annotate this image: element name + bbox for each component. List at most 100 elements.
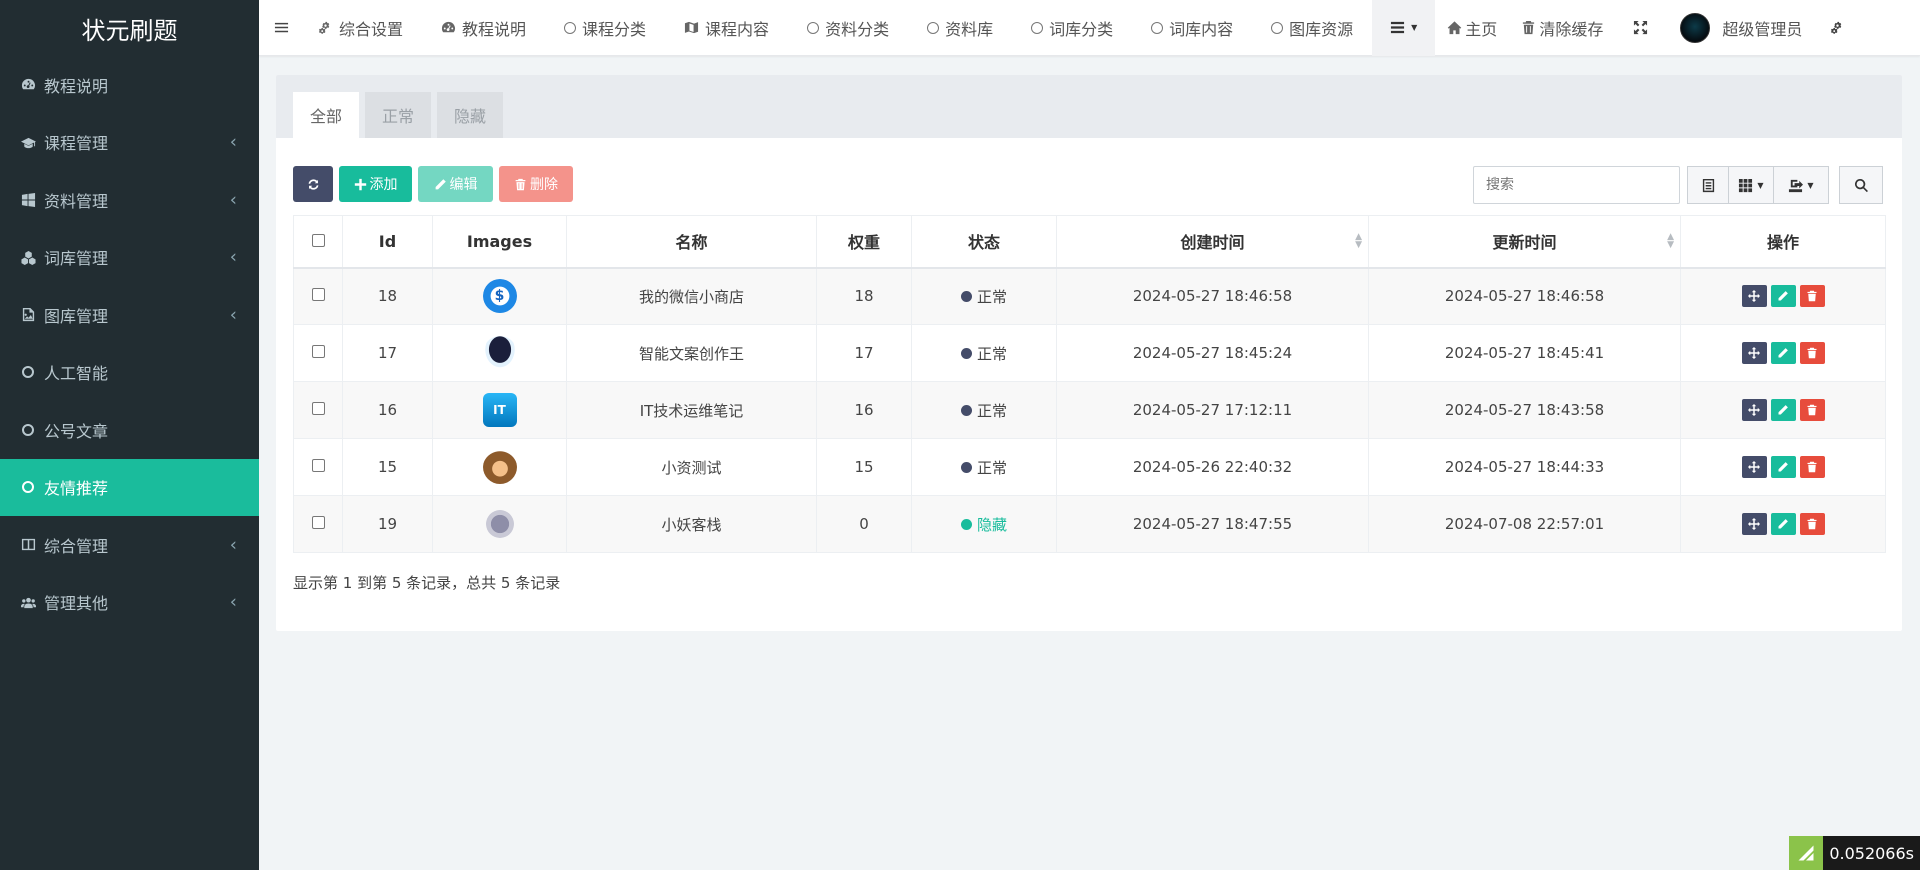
sidebar-item-label: 公号文章	[44, 421, 109, 441]
tab-hidden[interactable]: 隐藏	[437, 92, 504, 138]
topnav-item-material-category[interactable]: 资料分类	[788, 0, 908, 56]
tab-all[interactable]: 全部	[293, 92, 360, 138]
row-checkbox[interactable]	[311, 516, 325, 529]
cell-status: 正常	[911, 324, 1057, 382]
trash-icon	[515, 178, 526, 190]
row-delete-button[interactable]	[1799, 399, 1825, 421]
trash-icon	[1807, 347, 1817, 359]
row-delete-button[interactable]	[1799, 285, 1825, 308]
topnav-item-gallery-resources[interactable]: 图库资源	[1252, 0, 1372, 56]
row-edit-button[interactable]	[1770, 285, 1796, 308]
row-edit-button[interactable]	[1770, 342, 1796, 364]
clear-cache-button[interactable]: 清除缓存	[1509, 0, 1615, 56]
drag-sort-button[interactable]	[1741, 342, 1767, 364]
chevron-left-icon: ‹	[229, 246, 237, 268]
edit-button[interactable]: 编辑	[418, 166, 493, 202]
control-sidebar-button[interactable]	[1820, 0, 1855, 56]
columns-toggle-button[interactable]: ▼	[1728, 166, 1774, 204]
refresh-button[interactable]	[293, 166, 333, 202]
sidebar-item-ai[interactable]: 人工智能	[0, 344, 259, 402]
table-row[interactable]: 16 IT IT技术运维笔记 16 正常 2024-05-27 17:12:11…	[293, 381, 1886, 439]
cell-id: 19	[342, 495, 433, 553]
column-header-id[interactable]: Id	[342, 215, 433, 269]
table-row[interactable]: 18 $ 我的微信小商店 18 正常 2024-05-27 18:46:58 2…	[293, 267, 1886, 325]
topnav-item-course-content[interactable]: 课程内容	[665, 0, 788, 56]
select-all-checkbox[interactable]	[311, 233, 325, 247]
status-badge[interactable]: 正常	[960, 400, 1007, 421]
sidebar-item-general[interactable]: 综合管理 ‹	[0, 516, 259, 574]
row-edit-button[interactable]	[1770, 399, 1796, 421]
row-delete-button[interactable]	[1799, 456, 1825, 478]
sidebar-item-label: 管理其他	[44, 594, 109, 614]
pencil-icon	[1778, 519, 1788, 529]
delete-button[interactable]: 删除	[499, 166, 573, 202]
export-button[interactable]: ▼	[1773, 166, 1829, 204]
advanced-search-button[interactable]	[1839, 166, 1883, 204]
circle-icon	[20, 364, 36, 380]
status-badge[interactable]: 正常	[960, 457, 1007, 478]
row-checkbox[interactable]	[311, 459, 325, 472]
topnav-item-settings[interactable]: 综合设置	[313, 0, 422, 56]
user-menu[interactable]: 超级管理员	[1666, 0, 1820, 56]
topnav-item-material-library[interactable]: 资料库	[908, 0, 1012, 56]
sidebar-item-tutorial[interactable]: 教程说明	[0, 56, 259, 114]
sidebar-item-course[interactable]: 课程管理 ‹	[0, 114, 259, 172]
cell-name: IT技术运维笔记	[566, 381, 817, 439]
monkey-icon[interactable]	[482, 450, 517, 484]
toggle-view-button[interactable]	[1687, 166, 1729, 204]
search-input[interactable]	[1473, 166, 1680, 204]
cell-name: 我的微信小商店	[566, 267, 817, 325]
drag-sort-button[interactable]	[1741, 456, 1767, 478]
sidebar-item-articles[interactable]: 公号文章	[0, 401, 259, 459]
drag-sort-button[interactable]	[1741, 513, 1767, 535]
topnav-item-course-category[interactable]: 课程分类	[545, 0, 665, 56]
tab-normal[interactable]: 正常	[365, 92, 432, 138]
row-edit-button[interactable]	[1770, 513, 1796, 535]
topnav-item-label: 课程分类	[582, 19, 647, 39]
drag-sort-button[interactable]	[1741, 399, 1767, 421]
cell-created: 2024-05-27 18:46:58	[1056, 267, 1369, 325]
sidebar-item-wordbank[interactable]: 词库管理 ‹	[0, 229, 259, 287]
cell-actions	[1680, 267, 1886, 325]
row-edit-button[interactable]	[1770, 456, 1796, 478]
cogs-icon	[318, 20, 333, 35]
robot-icon[interactable]	[482, 336, 517, 370]
table-row[interactable]: 15 小资测试 15 正常 2024-05-26 22:40:32 2024-0…	[293, 438, 1886, 496]
topnav-item-word-category[interactable]: 词库分类	[1012, 0, 1132, 56]
arrows-icon	[1748, 347, 1760, 359]
pencil-icon	[1778, 291, 1788, 301]
sidebar-item-gallery[interactable]: 图库管理 ‹	[0, 286, 259, 344]
debug-logo-icon[interactable]	[1789, 836, 1824, 870]
column-header-created[interactable]: 创建时间 ▲ ▼	[1056, 215, 1369, 269]
home-link[interactable]: 主页	[1435, 0, 1509, 56]
sidebar-item-other[interactable]: 管理其他 ‹	[0, 574, 259, 632]
row-checkbox[interactable]	[311, 288, 325, 302]
status-badge[interactable]: 隐藏	[960, 514, 1007, 535]
drag-sort-button[interactable]	[1741, 285, 1767, 308]
circle-icon	[20, 422, 36, 438]
row-checkbox[interactable]	[311, 345, 325, 358]
row-checkbox[interactable]	[311, 402, 325, 415]
fullscreen-button[interactable]	[1615, 0, 1666, 56]
pencil-icon	[435, 178, 446, 189]
cloud-logo-icon[interactable]: IT	[482, 393, 517, 427]
row-delete-button[interactable]	[1799, 342, 1825, 364]
pagoda-icon[interactable]	[485, 510, 514, 538]
column-header-updated[interactable]: 更新时间 ▲ ▼	[1368, 215, 1681, 269]
status-badge[interactable]: 正常	[960, 343, 1007, 364]
dollar-cycle-icon[interactable]: $	[482, 279, 517, 314]
sidebar-item-material[interactable]: 资料管理 ‹	[0, 171, 259, 229]
sidebar-item-friend-links[interactable]: 友情推荐	[0, 458, 259, 516]
table-row[interactable]: 19 小妖客栈 0 隐藏 2024-05-27 18:47:55 2024-07…	[293, 495, 1886, 553]
sort-icon: ▲ ▼	[1667, 232, 1674, 251]
topnav-item-tutorial[interactable]: 教程说明	[422, 0, 545, 56]
status-badge[interactable]: 正常	[960, 286, 1007, 307]
row-delete-button[interactable]	[1799, 513, 1825, 535]
brand-title[interactable]: 状元刷题	[0, 0, 259, 56]
sidebar-toggle-button[interactable]	[259, 0, 313, 56]
map-icon	[684, 20, 699, 35]
more-menu-button[interactable]: ▼	[1372, 0, 1436, 56]
topnav-item-word-content[interactable]: 词库内容	[1132, 0, 1252, 56]
add-button[interactable]: 添加	[339, 166, 412, 202]
table-row[interactable]: 17 智能文案创作王 17 正常 2024-05-27 18:45:24 202…	[293, 324, 1886, 382]
